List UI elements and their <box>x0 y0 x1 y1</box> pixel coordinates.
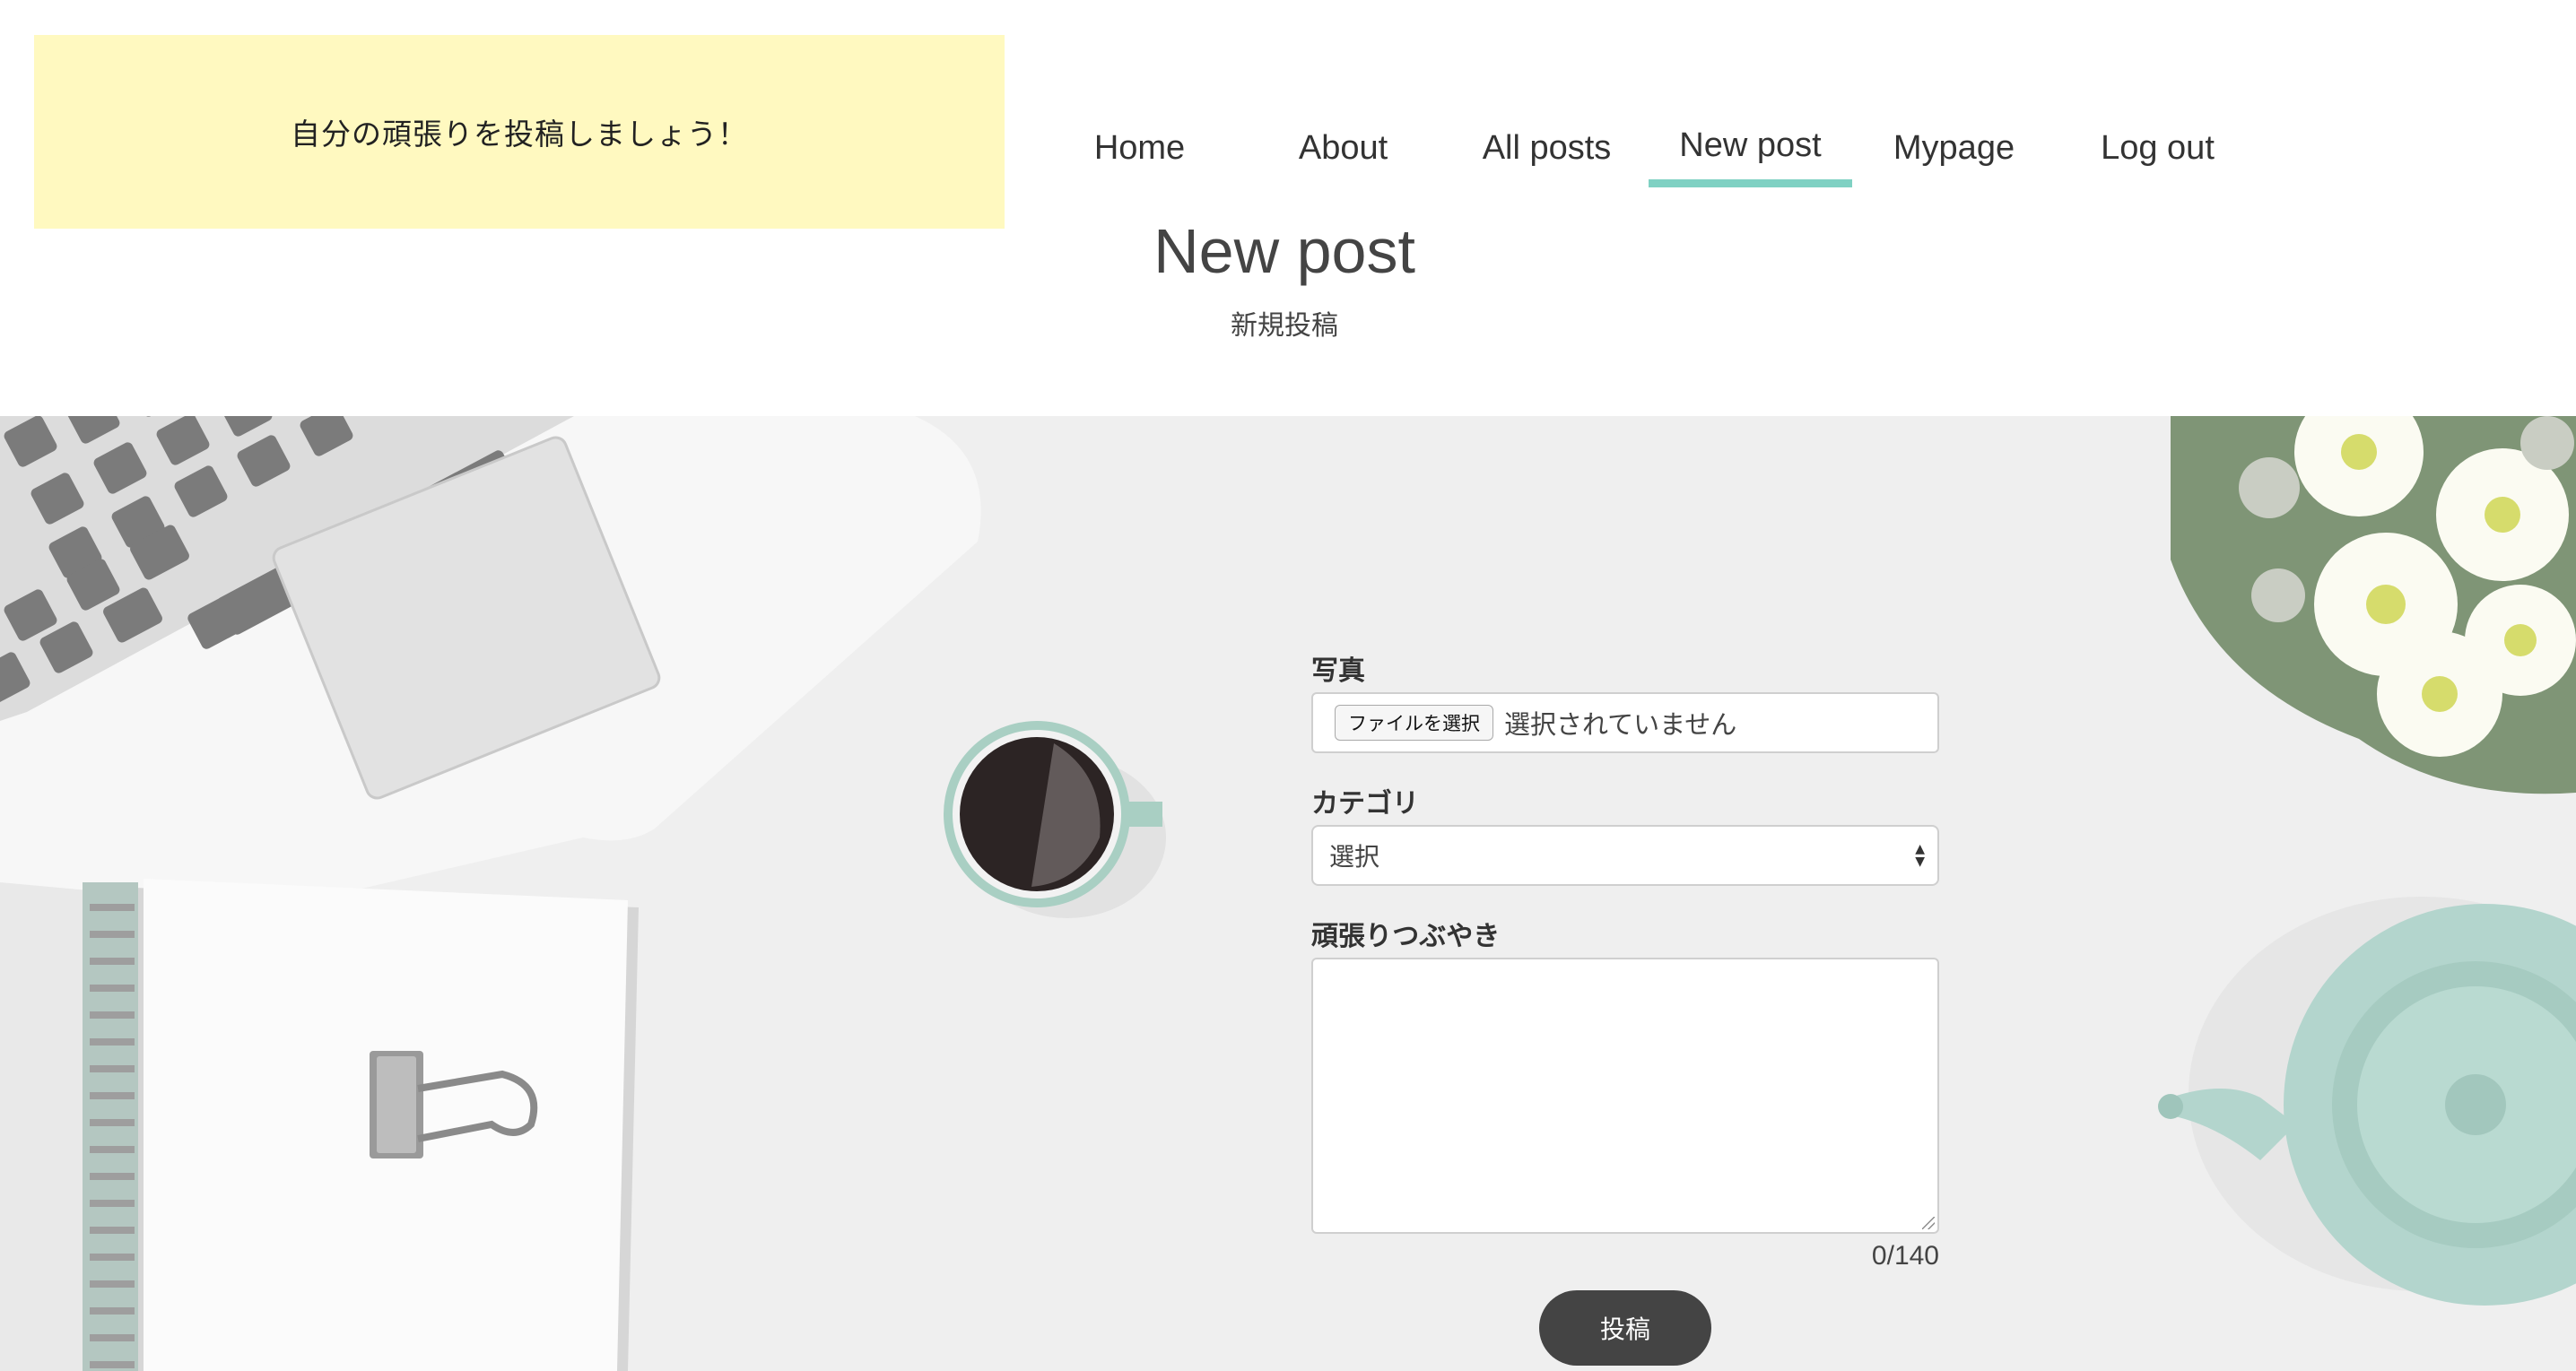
new-post-form: 写真 ファイルを選択 選択されていません カテゴリ 選択 ▲ ▼ 頑張りつぶやき … <box>1311 651 1939 1273</box>
choose-file-button[interactable]: ファイルを選択 <box>1335 705 1493 741</box>
notebook-illustration <box>0 879 639 1371</box>
character-counter: 0/140 <box>1871 1241 1939 1271</box>
select-arrows-icon: ▲ ▼ <box>1915 842 1925 869</box>
resize-grip-icon[interactable] <box>1922 1217 1935 1229</box>
nav-all-posts[interactable]: All posts <box>1445 112 1649 184</box>
nav-home[interactable]: Home <box>1038 112 1241 184</box>
photo-file-input[interactable]: ファイルを選択 選択されていません <box>1311 692 1939 753</box>
banner-text: 自分の頑張りを投稿しましょう！ <box>291 117 748 152</box>
site-banner: 自分の頑張りを投稿しましょう！ <box>34 35 1005 229</box>
category-selected-value: 選択 <box>1329 842 1380 872</box>
flowers-illustration <box>2171 416 2576 794</box>
photo-label: 写真 <box>1311 655 1365 687</box>
teapot-illustration <box>2158 897 2576 1306</box>
background-photo <box>0 416 2576 1371</box>
coffee-cup-illustration <box>944 721 1166 918</box>
submit-post-button[interactable]: 投稿 <box>1539 1290 1711 1366</box>
page-title: New post <box>1153 216 1415 286</box>
main-nav: Home About All posts New post Mypage Log… <box>1038 112 2259 187</box>
background-illustration <box>0 416 2576 1371</box>
category-select[interactable]: 選択 ▲ ▼ <box>1311 825 1939 886</box>
nav-log-out[interactable]: Log out <box>2056 112 2259 184</box>
page-heading: New post 新規投稿 <box>987 208 1582 343</box>
nav-new-post[interactable]: New post <box>1649 112 1852 187</box>
category-label: カテゴリ <box>1311 788 1419 820</box>
page-subtitle: 新規投稿 <box>1231 310 1338 342</box>
nav-mypage[interactable]: Mypage <box>1852 112 2056 184</box>
message-label: 頑張りつぶやき <box>1311 921 1501 952</box>
nav-about[interactable]: About <box>1241 112 1445 184</box>
file-status-text: 選択されていません <box>1504 709 1737 740</box>
message-textarea[interactable] <box>1311 958 1939 1234</box>
page: 自分の頑張りを投稿しましょう！ Home About All posts New… <box>0 0 2576 1371</box>
